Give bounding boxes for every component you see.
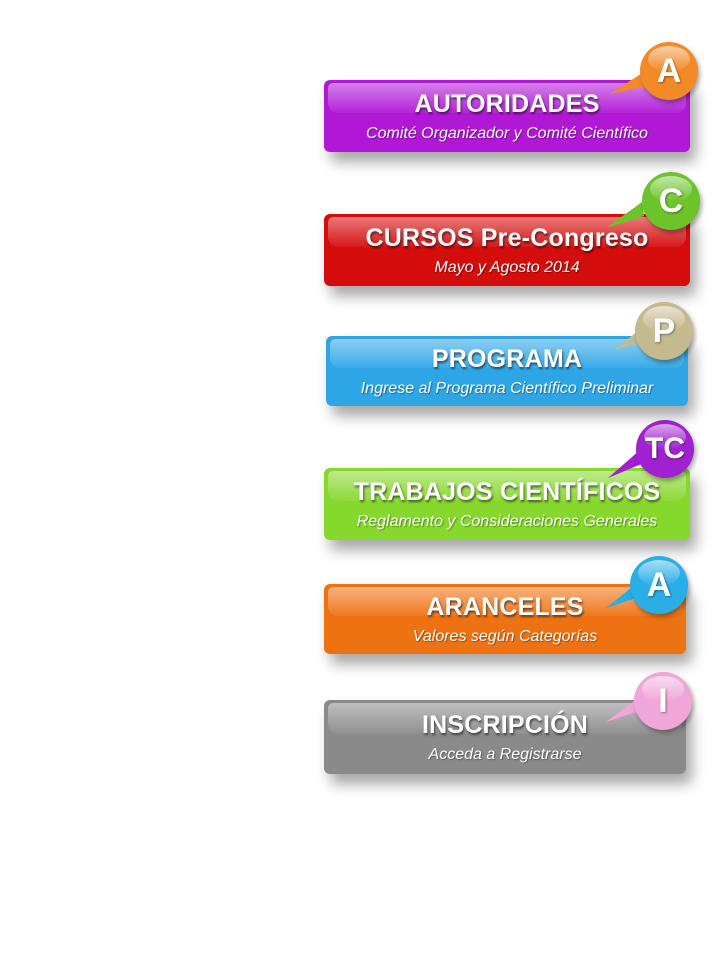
menu-title: ARANCELES bbox=[426, 593, 584, 621]
menu-subtitle: Mayo y Agosto 2014 bbox=[434, 259, 580, 276]
menu-subtitle: Ingrese al Programa Científico Prelimina… bbox=[360, 380, 654, 397]
badge-a-icon: A bbox=[630, 556, 688, 614]
menu-title: AUTORIDADES bbox=[414, 90, 600, 118]
badge-letter: C bbox=[658, 181, 684, 220]
badge-letter: TC bbox=[645, 432, 685, 465]
badge-p-icon: P bbox=[635, 302, 693, 360]
menu-subtitle: Reglamento y Consideraciones Generales bbox=[356, 513, 658, 530]
badge-c-icon: C bbox=[642, 172, 700, 230]
menu-title: PROGRAMA bbox=[431, 345, 583, 373]
badge-tc-icon: TC bbox=[636, 420, 694, 478]
badge-i-icon: I bbox=[634, 672, 692, 730]
menu-subtitle: Valores según Categorías bbox=[412, 628, 598, 645]
menu-title: TRABAJOS CIENTÍFICOS bbox=[353, 478, 661, 506]
badge-letter: A bbox=[656, 51, 682, 90]
bubble-tail-shape bbox=[606, 202, 644, 228]
badge-letter: A bbox=[646, 565, 672, 604]
menu-subtitle: Comité Organizador y Comité Científico bbox=[366, 125, 648, 142]
bubble-tail bbox=[606, 202, 644, 228]
badge-letter: P bbox=[652, 311, 676, 350]
menu-subtitle: Acceda a Registrarse bbox=[428, 746, 582, 763]
badge-letter: I bbox=[658, 681, 668, 720]
badge-a-icon: A bbox=[640, 42, 698, 100]
menu-title: INSCRIPCIÓN bbox=[421, 711, 589, 739]
